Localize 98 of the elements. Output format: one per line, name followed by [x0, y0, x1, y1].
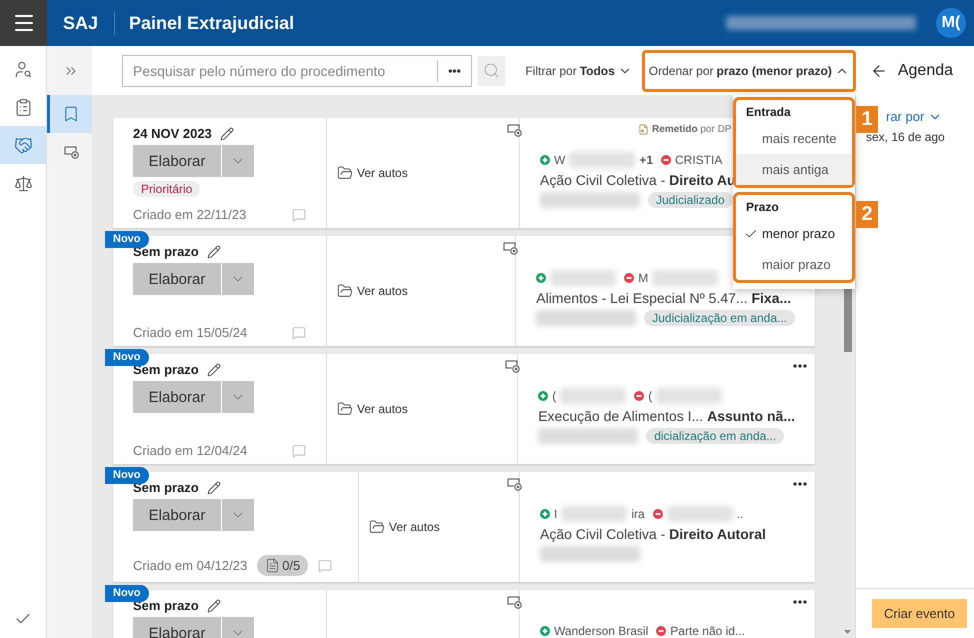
created-date: Criado em 15/05/24 [133, 325, 248, 340]
ver-autos-link[interactable]: Ver autos [337, 401, 408, 417]
comment-icon[interactable] [318, 558, 332, 572]
status-tag: Judicialização em anda... [644, 310, 795, 326]
case-subject: Ação Civil Coletiva - Direito Autoral [540, 526, 766, 542]
new-badge: Novo [105, 349, 148, 366]
created-date: Criado em 12/04/24 [133, 443, 248, 458]
pencil-icon[interactable] [206, 598, 221, 612]
party-extra: ira [631, 507, 645, 521]
screen-plus-icon[interactable] [507, 596, 522, 609]
page-title: Painel Extrajudicial [129, 12, 296, 34]
party-name: Parte não id... [670, 624, 745, 638]
status-tag: dicialização em anda... [646, 428, 784, 444]
plus-circle-icon [538, 391, 548, 401]
new-badge: Novo [105, 231, 148, 248]
party-name: W [554, 153, 566, 167]
menu-section-title: Prazo [745, 199, 780, 216]
search-field[interactable]: Pesquisar pelo número do procedimento ••• [122, 54, 472, 86]
agenda-title: Agenda [898, 62, 954, 80]
minus-circle-icon [624, 273, 634, 283]
pencil-icon[interactable] [206, 244, 221, 258]
remetido-label: Remetido por DP [652, 124, 732, 135]
party-extra: .. [736, 507, 744, 521]
party-name: Wanderson Brasil [554, 624, 648, 638]
party-name: ( [552, 389, 556, 403]
screen-plus-icon[interactable] [507, 124, 522, 137]
pencil-icon[interactable] [206, 480, 221, 494]
sort-dropdown[interactable]: Ordenar por prazo (menor prazo) [642, 50, 856, 92]
case-subject: Alimentos - Lei Especial Nº 5.47... Fixa... [536, 290, 792, 306]
nav-button[interactable] [0, 126, 46, 164]
priority-tag: Prioritário [133, 181, 200, 197]
filter-dropdown[interactable]: Filtrar por Todos [521, 60, 636, 82]
case-subject: Execução de Alimentos I... Assunto nã... [538, 408, 795, 424]
party-name: I [554, 507, 558, 521]
screen-plus-icon[interactable] [507, 478, 522, 491]
party-name: CRISTIA [675, 153, 722, 167]
comment-icon[interactable] [292, 444, 306, 458]
elaborar-button[interactable]: Elaborar [133, 617, 221, 638]
user-avatar[interactable]: M( [936, 8, 966, 38]
sort-option[interactable]: mais antiga [736, 154, 852, 185]
party-name: M [638, 271, 648, 285]
screen-plus-icon[interactable] [505, 360, 520, 373]
user-search-icon [14, 60, 32, 78]
ver-autos-link[interactable]: Ver autos [337, 283, 408, 299]
screen-plus-icon [64, 146, 78, 158]
scale-icon [14, 174, 32, 192]
more-icon [793, 364, 807, 368]
plus-circle-icon [540, 509, 550, 519]
app-name: SAJ [47, 11, 116, 35]
sort-option[interactable]: menor prazo [736, 218, 852, 249]
ver-autos-link[interactable]: Ver autos [369, 519, 440, 535]
more-icon [793, 600, 807, 604]
party-extra: +1 [639, 153, 654, 167]
menu-section-title: Entrada [745, 104, 792, 121]
folder-icon [369, 519, 385, 535]
comment-icon[interactable] [292, 326, 306, 340]
party-name: ( [648, 389, 652, 403]
minus-circle-icon [634, 391, 644, 401]
search-icon [483, 62, 500, 79]
more-button[interactable] [793, 364, 807, 368]
elaborar-button[interactable]: Elaborar [133, 145, 221, 177]
screen-plus-icon[interactable] [503, 242, 518, 255]
pencil-icon[interactable] [220, 126, 234, 140]
menu-button[interactable] [0, 0, 47, 46]
elaborar-button[interactable]: Elaborar [133, 499, 221, 531]
ver-autos-link[interactable]: Ver autos [337, 165, 408, 181]
status-tag: Judicializado [648, 192, 733, 208]
sort-option[interactable]: maior prazo [736, 249, 852, 280]
created-date: Criado em 04/12/23 [133, 558, 248, 573]
folder-icon [337, 401, 353, 417]
folder-icon [337, 165, 353, 181]
step-number: 2 [856, 201, 878, 228]
handshake-icon [14, 136, 32, 154]
create-event-button[interactable]: Criar evento [872, 599, 967, 628]
documents-counter[interactable]: 0/5 [257, 555, 308, 576]
document-icon [265, 558, 280, 573]
folder-icon [337, 283, 353, 299]
sort-option[interactable]: mais recente [736, 123, 852, 154]
pencil-icon[interactable] [206, 362, 221, 376]
comment-icon[interactable] [292, 208, 306, 222]
clipboard-icon [14, 98, 32, 116]
minus-circle-icon [652, 509, 663, 519]
new-badge: Novo [105, 585, 148, 602]
filter-link[interactable]: rar por [886, 109, 942, 124]
more-button[interactable] [793, 600, 807, 604]
new-badge: Novo [105, 467, 148, 484]
more-icon [793, 482, 807, 486]
more-options-button[interactable]: ••• [437, 60, 471, 82]
step-number: 1 [856, 106, 878, 133]
elaborar-button[interactable]: Elaborar [133, 263, 221, 295]
document-arrow-icon [638, 124, 649, 135]
more-button[interactable] [793, 482, 807, 486]
elaborar-button[interactable]: Elaborar [133, 381, 221, 413]
plus-circle-icon [536, 273, 546, 283]
created-date: Criado em 22/11/23 [133, 207, 246, 222]
deadline-text: 24 NOV 2023 [133, 126, 212, 141]
nav-button[interactable] [47, 95, 92, 133]
plus-circle-icon [540, 155, 550, 165]
